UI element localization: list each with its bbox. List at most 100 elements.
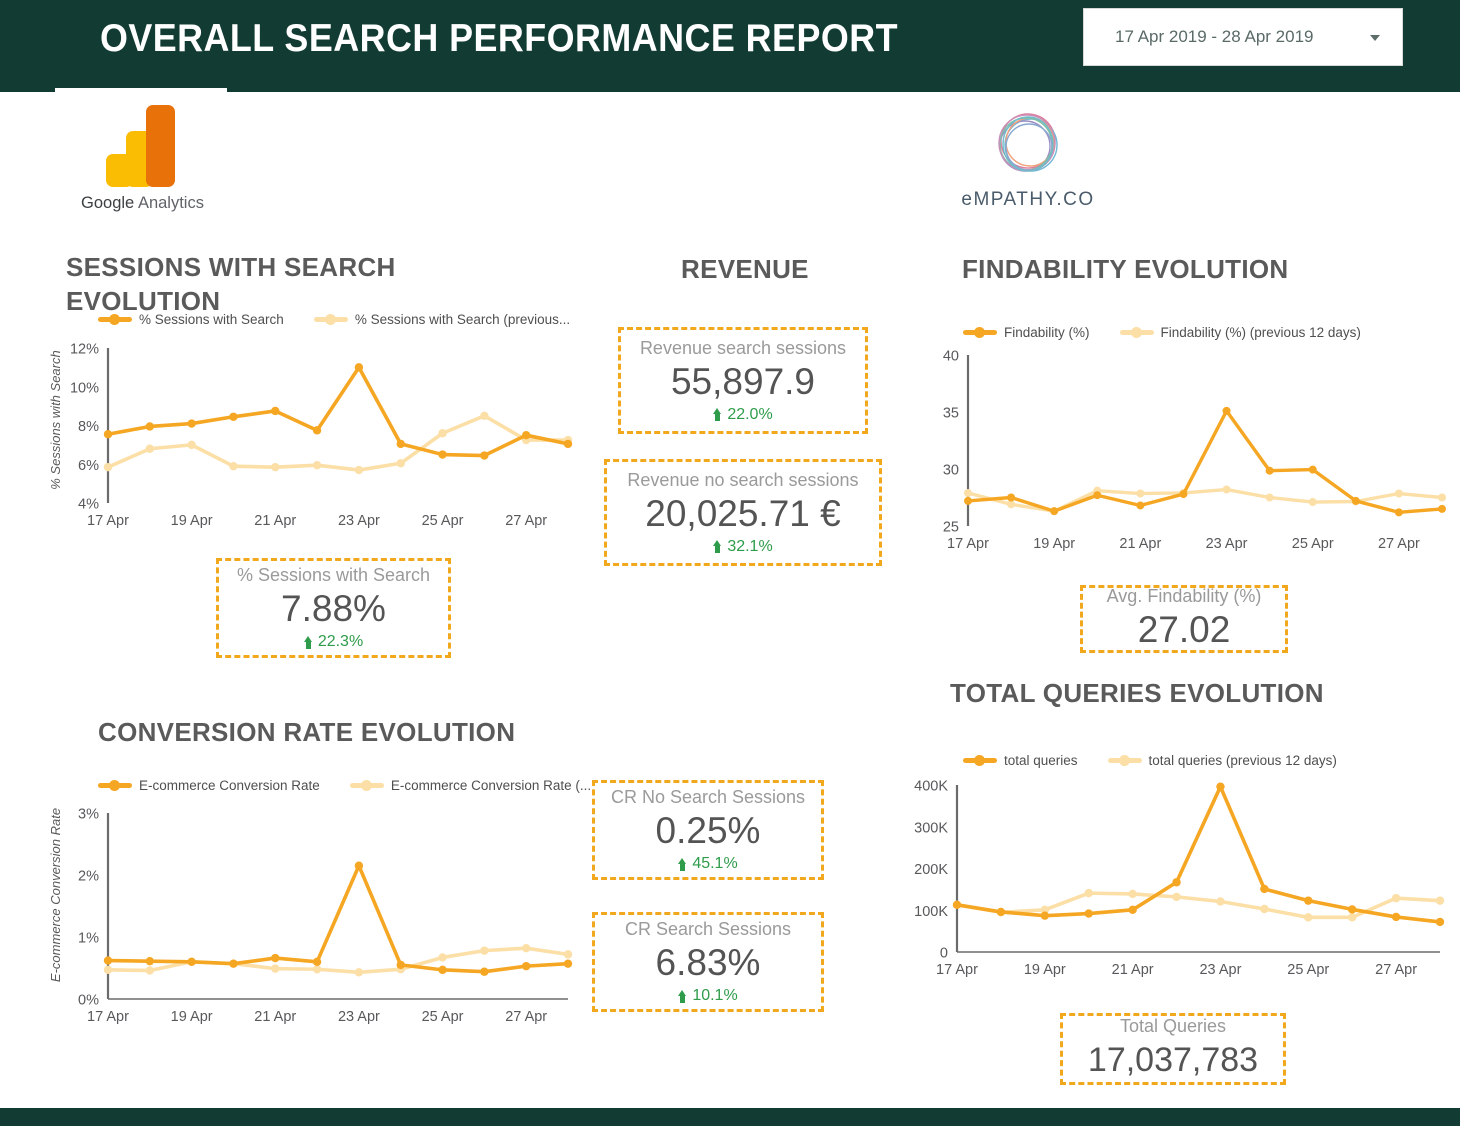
legend-item[interactable]: Findability (%) [963,325,1090,340]
tab-indicator-active[interactable] [55,88,227,93]
svg-text:27 Apr: 27 Apr [1375,962,1417,978]
page-title: OVERALL SEARCH PERFORMANCE REPORT [100,17,898,60]
arrow-up-icon [303,635,313,649]
svg-text:1%: 1% [78,931,99,947]
kpi-value: 7.88% [281,588,386,629]
legend-swatch-icon [1107,755,1142,766]
legend-label: E-commerce Conversion Rate [139,778,320,793]
kpi-label: Avg. Findability (%) [1106,586,1262,606]
empathy-wordmark: eMPATHY.CO [961,189,1095,210]
legend-item[interactable]: % Sessions with Search (previous... [313,312,571,327]
svg-text:27 Apr: 27 Apr [505,513,547,529]
kpi-label: Revenue no search sessions [627,469,859,490]
google-analytics-icon [102,105,184,187]
svg-text:400K: 400K [914,779,948,795]
chart-total-queries: 0 100K 200K 300K 400K 17 Apr 19 Apr 21 Apr 23 Ap… [895,775,1450,990]
kpi-value: 6.83% [655,942,761,983]
svg-text:23 Apr: 23 Apr [338,513,380,529]
ga-word-google: Google [81,194,135,212]
arrow-up-icon [678,989,687,1003]
kpi-value: 20,025.71 € [645,492,841,534]
legend-findability: Findability (%) Findability (%) (previou… [963,325,1391,340]
kpi-revenue-no-search-sessions[interactable]: Revenue no search sessions 20,025.71 € 3… [604,459,882,566]
date-range-picker[interactable]: 17 Apr 2019 - 28 Apr 2019 [1083,8,1403,66]
svg-text:10%: 10% [70,380,99,396]
svg-text:23 Apr: 23 Apr [1199,962,1241,978]
kpi-total-queries[interactable]: Total Queries 17,037,783 [1060,1013,1286,1085]
svg-text:25 Apr: 25 Apr [1287,962,1329,978]
y-axis-label-conversion-rate: E-commerce Conversion Rate [48,807,63,983]
arrow-up-icon [713,408,722,421]
app-footer [0,1108,1460,1126]
svg-text:35: 35 [943,406,959,422]
svg-text:21 Apr: 21 Apr [1112,962,1154,978]
svg-text:8%: 8% [78,419,99,435]
empathy-logo: eMPATHY.CO [948,105,1108,211]
legend-label: total queries [1004,753,1078,768]
legend-label: total queries (previous 12 days) [1148,753,1337,768]
legend-label: E-commerce Conversion Rate (... [390,778,592,793]
legend-swatch-icon [98,314,132,325]
kpi-cr-search-sessions[interactable]: CR Search Sessions 6.83% 10.1% [592,912,824,1012]
legend-swatch-icon [349,780,384,791]
legend-item[interactable]: Findability (%) (previous 12 days) [1119,325,1361,340]
legend-total-queries: total queries total queries (previous 12… [963,753,1367,768]
svg-text:3%: 3% [78,807,99,823]
svg-text:6%: 6% [78,458,99,474]
kpi-value: 55,897.9 [670,360,816,402]
kpi-sessions-with-search[interactable]: % Sessions with Search 7.88% 22.3% [216,558,451,658]
chart-findability: 25 30 35 40 17 Apr 19 Apr 21 Apr 23 Apr 25 Apr 27… [930,345,1450,560]
svg-text:19 Apr: 19 Apr [1033,536,1075,552]
arrow-up-icon [678,857,687,871]
svg-text:0%: 0% [78,993,99,1009]
legend-item[interactable]: total queries (previous 12 days) [1107,753,1337,768]
kpi-label: Revenue search sessions [639,337,847,358]
svg-text:21 Apr: 21 Apr [1119,536,1161,552]
legend-label: % Sessions with Search [139,312,284,327]
kpi-label: CR No Search Sessions [610,787,806,807]
svg-text:17 Apr: 17 Apr [936,962,978,978]
kpi-label: CR Search Sessions [624,919,792,939]
y-axis-label-sessions: % Sessions with Search [48,350,63,490]
legend-item[interactable]: E-commerce Conversion Rate [98,778,320,793]
svg-text:200K: 200K [914,862,948,878]
kpi-delta-value: 45.1% [692,855,738,872]
svg-text:23 Apr: 23 Apr [1206,536,1248,552]
legend-item[interactable]: total queries [963,753,1078,768]
svg-text:100K: 100K [914,904,948,920]
kpi-delta: 22.3% [303,632,363,652]
kpi-avg-findability[interactable]: Avg. Findability (%) 27.02 [1080,585,1288,653]
panel-title-revenue: REVENUE [681,254,809,284]
kpi-delta: 45.1% [678,854,738,874]
legend-swatch-icon [1119,327,1154,338]
panel-title-findability: FINDABILITY EVOLUTION [962,254,1289,284]
app-header: OVERALL SEARCH PERFORMANCE REPORT 17 Apr… [0,0,1460,92]
svg-text:23 Apr: 23 Apr [338,1009,380,1025]
google-analytics-wordmark: Google Analytics [70,194,215,213]
svg-text:21 Apr: 21 Apr [254,513,296,529]
legend-item[interactable]: E-commerce Conversion Rate (... [349,778,592,793]
legend-swatch-icon [313,314,348,325]
svg-text:40: 40 [943,349,959,365]
kpi-cr-no-search-sessions[interactable]: CR No Search Sessions 0.25% 45.1% [592,780,824,880]
svg-text:21 Apr: 21 Apr [254,1009,296,1025]
svg-text:4%: 4% [78,497,99,513]
svg-text:27 Apr: 27 Apr [505,1009,547,1025]
legend-sessions-with-search: % Sessions with Search % Sessions with S… [98,312,600,327]
svg-text:2%: 2% [78,869,99,885]
kpi-value: 0.25% [655,810,761,851]
legend-label: % Sessions with Search (previous... [354,312,571,327]
svg-text:0: 0 [940,946,948,962]
legend-item[interactable]: % Sessions with Search [98,312,284,327]
legend-conversion-rate: E-commerce Conversion Rate E-commerce Co… [98,778,621,793]
panel-title-total-queries: TOTAL QUERIES EVOLUTION [950,678,1324,708]
svg-text:25 Apr: 25 Apr [1292,536,1334,552]
chevron-down-icon [1370,35,1380,41]
date-range-value: 17 Apr 2019 - 28 Apr 2019 [1115,27,1314,46]
kpi-revenue-search-sessions[interactable]: Revenue search sessions 55,897.9 22.0% [618,327,868,434]
svg-text:27 Apr: 27 Apr [1378,536,1420,552]
svg-text:25 Apr: 25 Apr [422,513,464,529]
svg-text:12%: 12% [70,342,99,358]
kpi-value: 27.02 [1137,609,1231,650]
google-analytics-logo: Google Analytics [70,105,215,213]
